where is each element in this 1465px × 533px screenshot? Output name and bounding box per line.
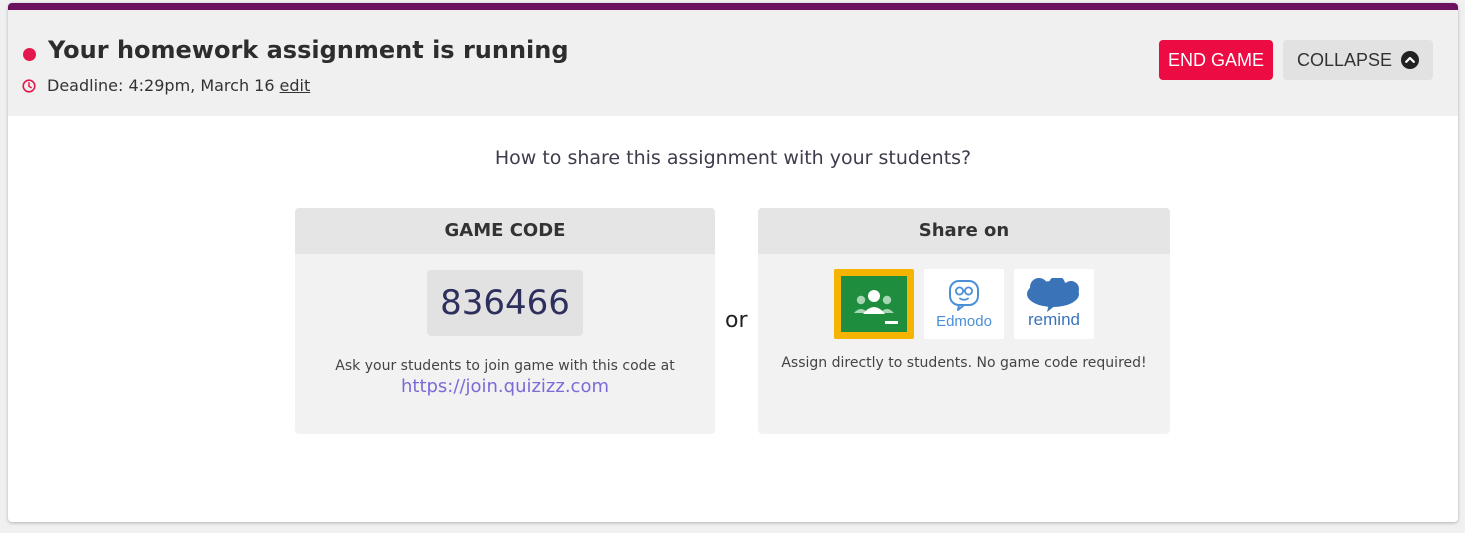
clock-icon	[22, 78, 36, 93]
google-classroom-icon	[841, 276, 907, 332]
collapse-label: COLLAPSE	[1296, 49, 1393, 70]
join-url-link[interactable]: https://join.quizizz.com	[295, 376, 715, 397]
collapse-button[interactable]: COLLAPSE	[1283, 40, 1433, 80]
join-instructions: Ask your students to join game with this…	[335, 358, 675, 374]
remind-label: remind	[1028, 310, 1080, 329]
assignment-header: Your homework assignment is running Dead…	[8, 10, 1458, 116]
remind-icon	[1027, 278, 1079, 312]
deadline-label: Deadline: 4:29pm, March 16	[47, 76, 275, 95]
assignment-title: Your homework assignment is running	[48, 36, 569, 64]
game-code-heading: GAME CODE	[295, 208, 715, 254]
share-on-panel: Share on Edmodo remind Assign directly t…	[758, 208, 1170, 434]
game-code-value: 836466	[427, 270, 583, 336]
assignment-card: Your homework assignment is running Dead…	[8, 3, 1458, 522]
status-dot-icon	[23, 48, 36, 61]
end-game-button[interactable]: END GAME	[1159, 40, 1273, 80]
remind-button[interactable]: remind	[1014, 269, 1094, 339]
edmodo-button[interactable]: Edmodo	[924, 269, 1004, 339]
edmodo-icon	[949, 280, 979, 311]
accent-bar	[8, 3, 1458, 10]
edmodo-label: Edmodo	[936, 313, 992, 330]
game-code-panel: GAME CODE 836466 Ask your students to jo…	[295, 208, 715, 434]
chevron-up-circle-icon	[1401, 51, 1420, 69]
share-platforms: Edmodo remind	[758, 269, 1170, 339]
google-classroom-button[interactable]	[834, 269, 914, 339]
assign-directly-text: Assign directly to students. No game cod…	[781, 355, 1147, 371]
edit-deadline-link[interactable]: edit	[280, 76, 311, 95]
deadline-row: Deadline: 4:29pm, March 16 edit	[22, 76, 310, 95]
share-on-heading: Share on	[758, 208, 1170, 254]
share-prompt: How to share this assignment with your s…	[494, 147, 972, 169]
or-separator: or	[725, 308, 748, 333]
